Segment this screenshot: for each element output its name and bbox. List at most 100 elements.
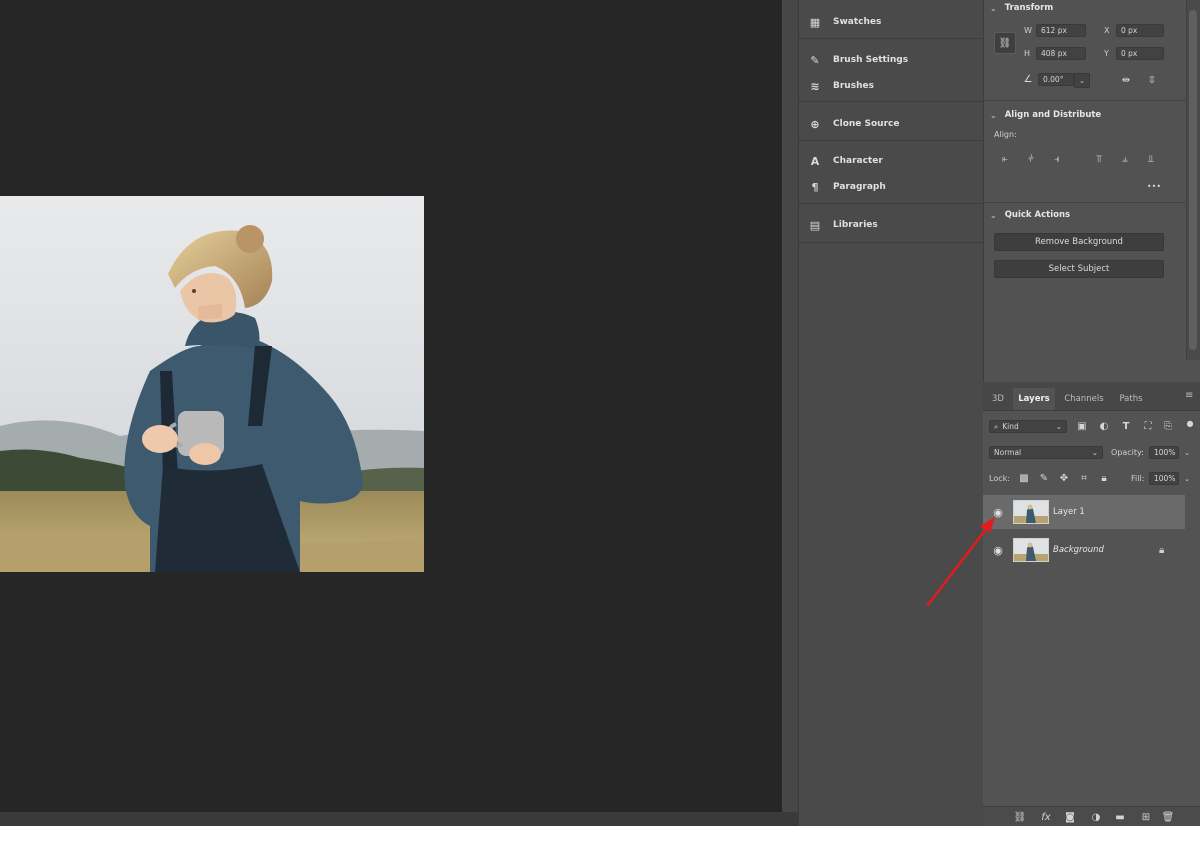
link-dimensions-icon[interactable]: ⛓ bbox=[994, 32, 1016, 54]
libraries-icon: ▤ bbox=[809, 218, 821, 232]
layer-name[interactable]: Layer 1 bbox=[1053, 507, 1085, 517]
lock-artboard-icon[interactable]: ⌗ bbox=[1077, 471, 1091, 485]
filter-adjustment-icon[interactable]: ◐ bbox=[1097, 419, 1111, 433]
layer-row-background[interactable]: ◉ Background 🔒︎ bbox=[983, 533, 1185, 567]
panel-libraries[interactable]: ▤ Libraries bbox=[807, 215, 878, 235]
fill-dropdown-icon[interactable]: ⌄ bbox=[1181, 472, 1193, 485]
align-header[interactable]: ⌄ Align and Distribute bbox=[990, 108, 1101, 122]
chevron-down-icon: ⌄ bbox=[1055, 422, 1062, 431]
y-label: Y bbox=[1104, 49, 1109, 58]
align-horizontal-center-icon[interactable]: ⫩ bbox=[1024, 152, 1038, 166]
horizontal-scrollbar[interactable] bbox=[0, 812, 800, 826]
panel-menu-icon[interactable]: ≡ bbox=[1185, 390, 1193, 401]
collapsed-panels-column: ▦ Swatches ✎ Brush Settings ≋ Brushes ⊕ … bbox=[798, 0, 983, 826]
photo-image bbox=[0, 196, 424, 572]
panel-group-brushes: ✎ Brush Settings ≋ Brushes bbox=[799, 39, 983, 102]
panel-group-swatches: ▦ Swatches bbox=[799, 0, 983, 39]
delete-layer-icon[interactable]: 🗑︎ bbox=[1161, 810, 1175, 824]
angle-field[interactable]: 0.00° bbox=[1038, 73, 1074, 86]
align-bottom-icon[interactable]: ⫫ bbox=[1144, 152, 1158, 166]
lock-position-icon[interactable]: ✥ bbox=[1057, 471, 1071, 485]
flip-horizontal-icon[interactable]: ⇹ bbox=[1118, 72, 1134, 88]
panel-group-type: A Character ¶ Paragraph bbox=[799, 141, 983, 204]
document-canvas[interactable] bbox=[0, 0, 782, 812]
height-field[interactable]: 408 px bbox=[1036, 47, 1086, 60]
layers-panel: 3D Layers Channels Paths ≡ ⌕ Kind ⌄ ▣ ◐ … bbox=[983, 382, 1200, 827]
y-field[interactable]: 0 px bbox=[1116, 47, 1164, 60]
search-icon: ⌕ bbox=[994, 421, 999, 431]
align-vertical-center-icon[interactable]: ⫨ bbox=[1118, 152, 1132, 166]
panel-label: Clone Source bbox=[833, 119, 900, 129]
more-options-icon[interactable]: ••• bbox=[1144, 180, 1164, 192]
opacity-label: Opacity: bbox=[1111, 448, 1144, 457]
opacity-dropdown-icon[interactable]: ⌄ bbox=[1181, 446, 1193, 459]
width-field[interactable]: 612 px bbox=[1036, 24, 1086, 37]
panel-divider[interactable] bbox=[782, 0, 798, 826]
panel-group-libraries: ▤ Libraries bbox=[799, 204, 983, 243]
lock-all-icon[interactable]: 🔒︎ bbox=[1097, 471, 1111, 485]
paragraph-icon: ¶ bbox=[811, 180, 819, 194]
filter-kind-dropdown[interactable]: ⌕ Kind ⌄ bbox=[989, 420, 1067, 433]
chevron-down-icon: ⌄ bbox=[990, 3, 997, 13]
layer-row-layer-1[interactable]: ◉ Layer 1 bbox=[983, 495, 1185, 529]
select-subject-button[interactable]: Select Subject bbox=[994, 260, 1164, 278]
visibility-eye-icon[interactable]: ◉ bbox=[991, 543, 1005, 557]
link-layers-icon[interactable]: ⛓ bbox=[1013, 810, 1027, 824]
lock-transparent-icon[interactable]: ▩ bbox=[1017, 471, 1031, 485]
character-icon: A bbox=[810, 154, 820, 168]
kind-label: Kind bbox=[1002, 422, 1019, 431]
brush-settings-icon: ✎ bbox=[810, 53, 820, 67]
filter-shape-icon[interactable]: ⛶ bbox=[1141, 419, 1155, 433]
panel-label: Swatches bbox=[833, 17, 882, 27]
new-layer-icon[interactable]: ⊞ bbox=[1139, 810, 1153, 824]
tab-layers[interactable]: Layers bbox=[1013, 388, 1055, 410]
layer-name[interactable]: Background bbox=[1053, 545, 1104, 555]
panel-brushes[interactable]: ≋ Brushes bbox=[807, 76, 874, 96]
layer-thumbnail bbox=[1013, 538, 1049, 562]
quick-actions-header[interactable]: ⌄ Quick Actions bbox=[990, 208, 1070, 222]
fill-field[interactable]: 100% bbox=[1149, 472, 1179, 485]
filter-smart-object-icon[interactable]: ⎘ bbox=[1161, 419, 1175, 433]
visibility-eye-icon[interactable]: ◉ bbox=[991, 505, 1005, 519]
tab-channels[interactable]: Channels bbox=[1059, 388, 1109, 410]
chevron-down-icon: ⌄ bbox=[990, 210, 997, 220]
opacity-field[interactable]: 100% bbox=[1149, 446, 1179, 459]
align-top-icon[interactable]: ⫪ bbox=[1092, 152, 1106, 166]
panel-label: Brushes bbox=[833, 81, 874, 91]
tab-paths[interactable]: Paths bbox=[1113, 388, 1149, 410]
flip-vertical-icon[interactable]: ⇳ bbox=[1144, 72, 1160, 88]
panel-swatches[interactable]: ▦ Swatches bbox=[807, 12, 882, 32]
clone-source-icon: ⊕ bbox=[810, 117, 820, 131]
divider bbox=[984, 202, 1186, 203]
layers-footer: ⛓ fx ◙ ◑ ▬ ⊞ 🗑︎ bbox=[983, 806, 1200, 827]
filter-pixel-icon[interactable]: ▣ bbox=[1075, 419, 1089, 433]
align-left-icon[interactable]: ⫦ bbox=[998, 152, 1012, 166]
panel-brush-settings[interactable]: ✎ Brush Settings bbox=[807, 50, 908, 70]
scrollbar-thumb[interactable] bbox=[1189, 10, 1197, 350]
filter-toggle-icon[interactable]: ● bbox=[1185, 418, 1195, 428]
filter-type-icon[interactable]: T bbox=[1119, 419, 1133, 433]
blend-mode-dropdown[interactable]: Normal ⌄ bbox=[989, 446, 1103, 459]
angle-dropdown-icon[interactable]: ⌄ bbox=[1074, 73, 1090, 88]
align-right-icon[interactable]: ⫣ bbox=[1050, 152, 1064, 166]
panel-clone-source[interactable]: ⊕ Clone Source bbox=[807, 114, 899, 134]
swatches-icon: ▦ bbox=[809, 15, 821, 29]
new-group-icon[interactable]: ▬ bbox=[1113, 810, 1127, 824]
remove-background-button[interactable]: Remove Background bbox=[994, 233, 1164, 251]
panel-label: Paragraph bbox=[833, 182, 886, 192]
panel-character[interactable]: A Character bbox=[807, 151, 883, 171]
chevron-down-icon: ⌄ bbox=[1091, 448, 1098, 457]
tab-3d[interactable]: 3D bbox=[987, 388, 1009, 410]
add-mask-icon[interactable]: ◙ bbox=[1063, 810, 1077, 824]
x-field[interactable]: 0 px bbox=[1116, 24, 1164, 37]
layer-style-icon[interactable]: fx bbox=[1039, 810, 1053, 824]
brushes-icon: ≋ bbox=[810, 79, 820, 93]
fill-label: Fill: bbox=[1131, 474, 1145, 483]
panel-paragraph[interactable]: ¶ Paragraph bbox=[807, 177, 886, 197]
transform-header[interactable]: ⌄ Transform bbox=[990, 1, 1053, 15]
lock-image-icon[interactable]: ✎ bbox=[1037, 471, 1051, 485]
panel-label: Libraries bbox=[833, 220, 878, 230]
layers-tabs: 3D Layers Channels Paths ≡ bbox=[983, 382, 1200, 411]
adjustment-layer-icon[interactable]: ◑ bbox=[1089, 810, 1103, 824]
lock-icon[interactable]: 🔒︎ bbox=[1159, 545, 1164, 556]
